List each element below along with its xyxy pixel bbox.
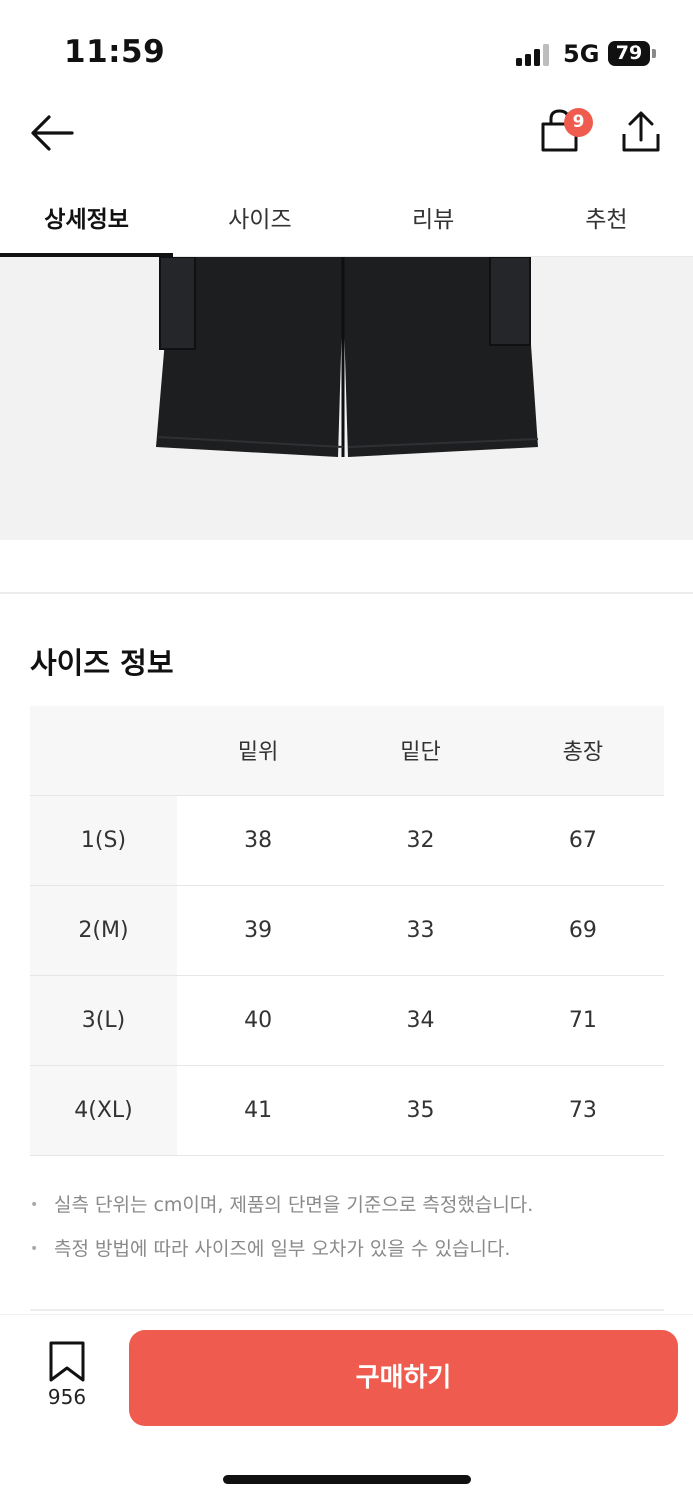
signal-icon bbox=[516, 44, 550, 66]
arrow-left-icon bbox=[31, 115, 74, 151]
share-button[interactable] bbox=[618, 110, 664, 156]
table-cell: 41 bbox=[177, 1065, 340, 1156]
table-cell: 67 bbox=[501, 795, 664, 886]
table-cell: 35 bbox=[339, 1065, 502, 1156]
bottom-divider bbox=[30, 1309, 664, 1311]
table-cell: 33 bbox=[339, 885, 502, 976]
tab-size[interactable]: 사이즈 bbox=[173, 182, 346, 256]
note-text: 측정 방법에 따라 사이즈에 일부 오차가 있을 수 있습니다. bbox=[54, 1238, 511, 1260]
back-button[interactable] bbox=[28, 112, 76, 154]
tab-bar: 상세정보 사이즈 리뷰 추천 bbox=[0, 182, 693, 257]
share-upload-icon bbox=[622, 111, 660, 152]
size-label: 3(L) bbox=[30, 975, 177, 1066]
tab-review[interactable]: 리뷰 bbox=[347, 182, 520, 256]
table-cell: 34 bbox=[339, 975, 502, 1066]
buy-button[interactable]: 구매하기 bbox=[129, 1330, 678, 1426]
size-label: 1(S) bbox=[30, 795, 177, 886]
section-divider bbox=[0, 592, 693, 594]
size-label: 2(M) bbox=[30, 885, 177, 976]
table-cell: 39 bbox=[177, 885, 340, 976]
table-header-length: 총장 bbox=[501, 706, 664, 796]
size-label: 4(XL) bbox=[30, 1065, 177, 1156]
home-indicator bbox=[223, 1475, 471, 1484]
network-type: 5G bbox=[563, 40, 600, 68]
bullet-icon: • bbox=[30, 1241, 39, 1257]
table-header-rise: 밑위 bbox=[177, 706, 340, 796]
table-header-row: 밑위 밑단 총장 bbox=[30, 706, 664, 796]
battery-tip bbox=[652, 49, 656, 58]
table-header-hem: 밑단 bbox=[339, 706, 502, 796]
size-notes: • 실측 단위는 cm이며, 제품의 단면을 기준으로 측정했습니다. • 측정… bbox=[30, 1183, 670, 1271]
status-time: 11:59 bbox=[64, 34, 166, 70]
table-row: 4(XL) 41 35 73 bbox=[30, 1065, 664, 1156]
status-bar: 11:59 5G 79 bbox=[0, 0, 693, 95]
table-row: 2(M) 39 33 69 bbox=[30, 885, 664, 976]
table-cell: 69 bbox=[501, 885, 664, 976]
size-table: 밑위 밑단 총장 1(S) 38 32 67 2(M) 39 33 69 3(L… bbox=[30, 706, 664, 1156]
shorts-image bbox=[156, 257, 539, 457]
table-row: 3(L) 40 34 71 bbox=[30, 975, 664, 1066]
tab-detail[interactable]: 상세정보 bbox=[0, 182, 174, 257]
tab-recommend[interactable]: 추천 bbox=[520, 182, 693, 256]
table-cell: 40 bbox=[177, 975, 340, 1066]
table-cell: 32 bbox=[339, 795, 502, 886]
table-cell: 73 bbox=[501, 1065, 664, 1156]
note-item: • 측정 방법에 따라 사이즈에 일부 오차가 있을 수 있습니다. bbox=[30, 1227, 670, 1271]
table-row: 1(S) 38 32 67 bbox=[30, 795, 664, 886]
note-item: • 실측 단위는 cm이며, 제품의 단면을 기준으로 측정했습니다. bbox=[30, 1183, 670, 1227]
note-text: 실측 단위는 cm이며, 제품의 단면을 기준으로 측정했습니다. bbox=[54, 1194, 534, 1216]
battery-icon: 79 bbox=[608, 41, 650, 66]
bookmark-count: 956 bbox=[47, 1385, 87, 1409]
table-cell: 38 bbox=[177, 795, 340, 886]
bullet-icon: • bbox=[30, 1197, 39, 1213]
table-cell: 71 bbox=[501, 975, 664, 1066]
bookmark-icon bbox=[49, 1341, 85, 1382]
cart-badge: 9 bbox=[564, 108, 593, 137]
product-image bbox=[0, 257, 693, 540]
table-header-corner bbox=[30, 706, 177, 796]
size-info-title: 사이즈 정보 bbox=[30, 646, 174, 680]
